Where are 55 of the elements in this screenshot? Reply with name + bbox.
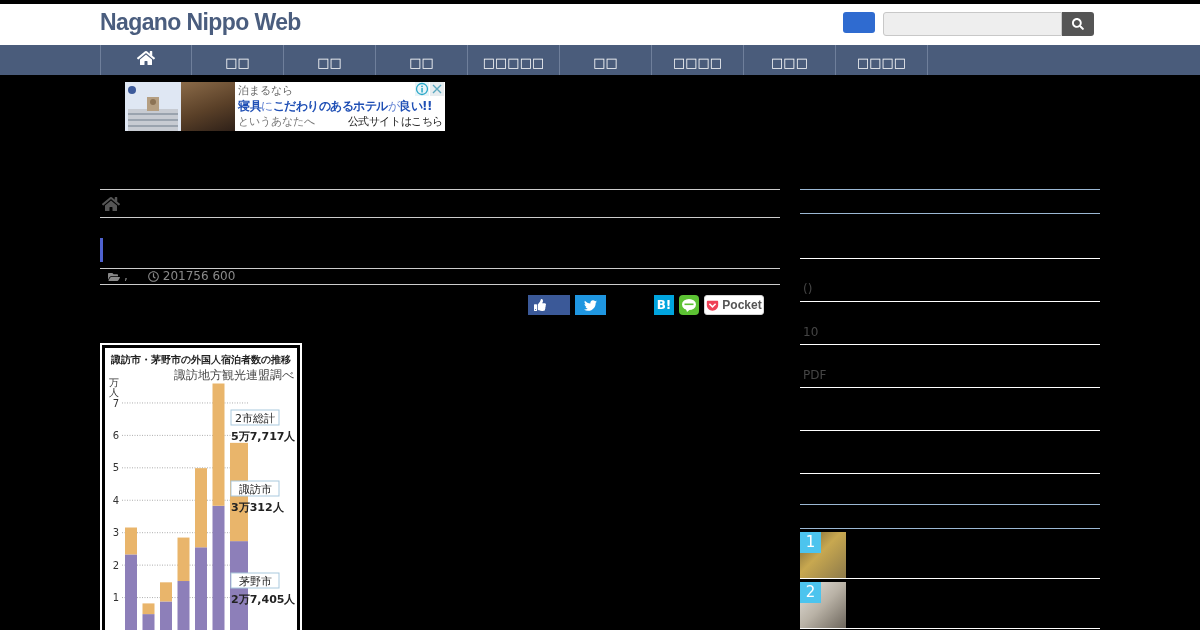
nav-link[interactable]: □□□□□ — [468, 45, 560, 75]
series-label: 諏訪市 — [238, 482, 272, 496]
heading-marker — [100, 238, 103, 262]
nav-link[interactable]: □□ — [376, 45, 468, 75]
series-label: 諏訪市 — [230, 480, 280, 497]
callout-value: 5万7,717人 — [231, 430, 296, 443]
annotation: 2市総計 — [235, 411, 275, 425]
axis-tick-label: 5 — [112, 462, 119, 474]
chat-bubble-icon — [679, 295, 699, 315]
series-label: 茅野市 — [230, 572, 280, 589]
share-button[interactable] — [679, 295, 699, 315]
nav-link[interactable]: □□ — [560, 45, 652, 75]
axis-label: 万人 — [109, 377, 119, 398]
nav-link[interactable]: □□ — [284, 45, 376, 75]
home-icon — [137, 49, 155, 67]
axis-tick-label: 3 — [112, 527, 119, 539]
nav-link[interactable]: □□ — [192, 45, 284, 75]
site-logo[interactable]: Nagano Nippo Web — [100, 8, 301, 36]
building-drawing — [125, 82, 181, 131]
nav-link[interactable]: □□□ — [744, 45, 836, 75]
chart-title: 諏訪市・茅野市の外国人宿泊者数の推移 — [111, 354, 291, 365]
axis-tick-label: 1 — [112, 592, 119, 604]
axis-tick-label: 6 — [112, 430, 119, 441]
thumbs-up-icon — [534, 299, 546, 311]
close-icon[interactable] — [430, 82, 444, 96]
chart-source-note: 諏訪地方観光連盟調べ — [174, 368, 294, 382]
home-icon[interactable] — [102, 194, 120, 213]
axis-tick-label: 4 — [112, 494, 119, 506]
search-button[interactable] — [1062, 12, 1094, 36]
folder-icon — [108, 270, 120, 283]
ad-link[interactable]: 公式サイトはこちら — [347, 115, 443, 129]
bird-icon — [584, 298, 597, 312]
info-icon[interactable] — [415, 82, 429, 96]
post-date: 201756 600 — [162, 269, 236, 284]
search-icon — [1072, 18, 1084, 30]
ad-banner[interactable]: 泊まるなら 寝具にこだわりのあるホテルが良い!! というあなたへ 公式サイトはこちら — [125, 82, 445, 131]
ad-text: 泊まるなら — [238, 84, 293, 98]
clock-icon — [147, 271, 159, 282]
ad-text: というあなたへ — [238, 115, 315, 129]
axis-tick-label: 7 — [112, 397, 119, 409]
rank-badge: 1 — [800, 532, 821, 553]
like-button[interactable] — [528, 295, 570, 315]
share-button[interactable]: Pocket — [704, 295, 764, 315]
ad-headline: 寝具にこだわりのあるホテルが良い!! — [238, 98, 432, 115]
search-field[interactable] — [883, 12, 1062, 36]
axis-tick-label: 2 — [112, 559, 119, 571]
home-link[interactable] — [100, 45, 192, 75]
nav-link[interactable]: □□□□ — [836, 45, 928, 75]
total-label: 2市総計 — [230, 409, 280, 426]
category-text: , — [124, 269, 128, 284]
nav-link[interactable]: □□□□ — [652, 45, 744, 75]
pocket-icon — [706, 298, 720, 312]
series-label: 茅野市 — [238, 574, 272, 588]
photo-placeholder — [181, 82, 235, 131]
rank-badge: 2 — [800, 582, 821, 603]
